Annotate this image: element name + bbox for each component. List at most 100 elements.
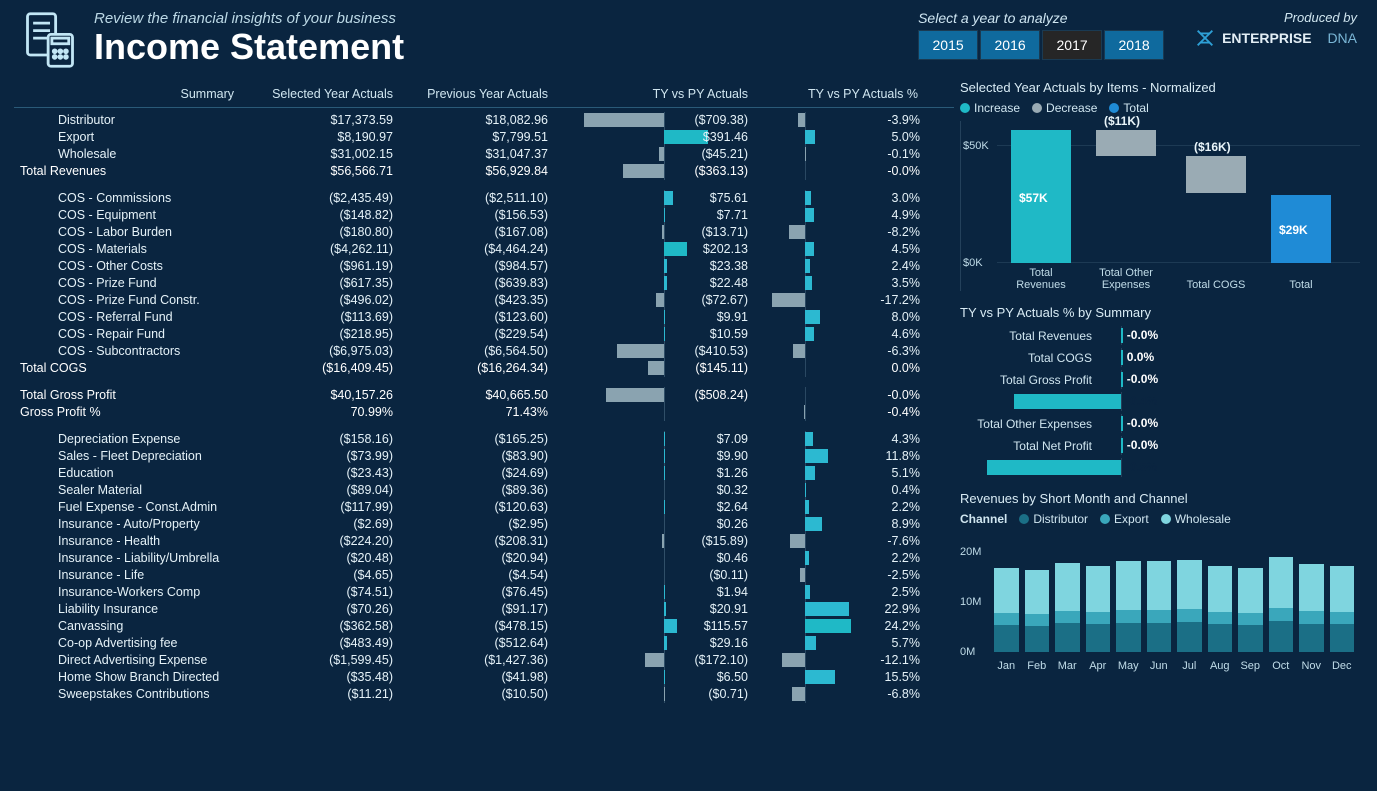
matrix-row[interactable]: COS - Referral Fund($113.69)($123.60)$9.…	[14, 309, 954, 326]
row-py: ($76.45)	[399, 584, 554, 601]
matrix-row[interactable]: Home Show Branch Directed($35.48)($41.98…	[14, 669, 954, 686]
legend-item: Total	[1109, 101, 1148, 115]
row-py: ($24.69)	[399, 465, 554, 482]
matrix-row[interactable]: Liability Insurance($70.26)($91.17)$20.9…	[14, 601, 954, 618]
row-pct: 4.6%	[754, 326, 924, 343]
income-statement-matrix[interactable]: SummarySelected Year ActualsPrevious Yea…	[14, 80, 954, 770]
year-button-2015[interactable]: 2015	[918, 30, 978, 60]
row-diff: ($0.71)	[554, 686, 754, 703]
matrix-row[interactable]: Canvassing($362.58)($478.15)$115.5724.2%	[14, 618, 954, 635]
matrix-row[interactable]: Gross Profit %70.99%71.43%-0.4%	[14, 404, 954, 421]
row-py: $18,082.96	[399, 112, 554, 129]
matrix-row[interactable]: Co-op Advertising fee($483.49)($512.64)$…	[14, 635, 954, 652]
row-pct: 24.2%	[754, 618, 924, 635]
matrix-row[interactable]: Education($23.43)($24.69)$1.265.1%	[14, 465, 954, 482]
row-sy: ($74.51)	[244, 584, 399, 601]
matrix-row[interactable]: Sealer Material($89.04)($89.36)$0.320.4%	[14, 482, 954, 499]
stacked-column	[1269, 557, 1294, 652]
row-label: Sales - Fleet Depreciation	[14, 448, 244, 465]
year-slicer-label: Select a year to analyze	[918, 10, 1164, 26]
row-py: ($89.36)	[399, 482, 554, 499]
matrix-row[interactable]: Sales - Fleet Depreciation($73.99)($83.9…	[14, 448, 954, 465]
stacked-column	[994, 568, 1019, 653]
year-button-2017[interactable]: 2017	[1042, 30, 1102, 60]
row-sy: ($35.48)	[244, 669, 399, 686]
row-sy: ($2,435.49)	[244, 190, 399, 207]
row-py: ($83.90)	[399, 448, 554, 465]
row-sy: ($218.95)	[244, 326, 399, 343]
matrix-row[interactable]: Direct Advertising Expense($1,599.45)($1…	[14, 652, 954, 669]
row-diff: ($145.11)	[554, 360, 754, 377]
stacked-column	[1299, 564, 1324, 652]
row-py: $7,799.51	[399, 129, 554, 146]
matrix-row[interactable]: COS - Repair Fund($218.95)($229.54)$10.5…	[14, 326, 954, 343]
row-pct: 2.5%	[754, 584, 924, 601]
row-py: ($984.57)	[399, 258, 554, 275]
pct-summary-chart[interactable]: TY vs PY Actuals % by Summary Total Reve…	[960, 305, 1360, 477]
row-diff: $391.46	[554, 129, 754, 146]
matrix-row[interactable]: COS - Prize Fund Constr.($496.02)($423.3…	[14, 292, 954, 309]
row-sy: ($496.02)	[244, 292, 399, 309]
matrix-row[interactable]: Export$8,190.97$7,799.51$391.465.0%	[14, 129, 954, 146]
matrix-row[interactable]: Insurance-Workers Comp($74.51)($76.45)$1…	[14, 584, 954, 601]
row-pct: 5.7%	[754, 635, 924, 652]
row-pct: -0.0%	[754, 387, 924, 404]
matrix-row[interactable]: Insurance - Auto/Property($2.69)($2.95)$…	[14, 516, 954, 533]
row-sy: ($20.48)	[244, 550, 399, 567]
row-label: Sealer Material	[14, 482, 244, 499]
dna-icon	[1194, 27, 1216, 49]
row-sy: ($16,409.45)	[244, 360, 399, 377]
row-sy: ($180.80)	[244, 224, 399, 241]
row-py: ($1,427.36)	[399, 652, 554, 669]
pct-bar-row: Total Revenues-0.0%	[960, 326, 1360, 345]
row-sy: $31,002.15	[244, 146, 399, 163]
row-diff: ($363.13)	[554, 163, 754, 180]
row-sy: ($961.19)	[244, 258, 399, 275]
row-label: COS - Other Costs	[14, 258, 244, 275]
row-py: ($229.54)	[399, 326, 554, 343]
year-slicer[interactable]: 2015201620172018	[918, 30, 1164, 60]
matrix-row[interactable]: Total Revenues$56,566.71$56,929.84($363.…	[14, 163, 954, 180]
legend-item: Wholesale	[1161, 512, 1231, 526]
stacked-column	[1177, 560, 1202, 652]
year-button-2018[interactable]: 2018	[1104, 30, 1164, 60]
matrix-row[interactable]: Total Gross Profit$40,157.26$40,665.50($…	[14, 387, 954, 404]
legend-item: Increase	[960, 101, 1020, 115]
matrix-row[interactable]: COS - Subcontractors($6,975.03)($6,564.5…	[14, 343, 954, 360]
row-diff: $9.90	[554, 448, 754, 465]
row-diff: ($508.24)	[554, 387, 754, 404]
matrix-row[interactable]: Wholesale$31,002.15$31,047.37($45.21)-0.…	[14, 146, 954, 163]
matrix-row[interactable]: COS - Commissions($2,435.49)($2,511.10)$…	[14, 190, 954, 207]
row-py: ($4.54)	[399, 567, 554, 584]
row-pct: 22.9%	[754, 601, 924, 618]
matrix-header-c0: Summary	[14, 80, 244, 108]
matrix-row[interactable]: COS - Equipment($148.82)($156.53)$7.714.…	[14, 207, 954, 224]
row-pct: 0.0%	[754, 360, 924, 377]
year-button-2016[interactable]: 2016	[980, 30, 1040, 60]
row-pct: -0.4%	[754, 404, 924, 421]
matrix-row[interactable]: COS - Materials($4,262.11)($4,464.24)$20…	[14, 241, 954, 258]
stacked-column	[1208, 566, 1233, 652]
revenue-stacked-chart[interactable]: Revenues by Short Month and Channel Chan…	[960, 491, 1360, 672]
matrix-row[interactable]: Distributor$17,373.59$18,082.96($709.38)…	[14, 112, 954, 129]
matrix-row[interactable]: Insurance - Health($224.20)($208.31)($15…	[14, 533, 954, 550]
row-pct: 11.8%	[754, 448, 924, 465]
matrix-row[interactable]: Insurance - Liability/Umbrella($20.48)($…	[14, 550, 954, 567]
row-diff: $2.64	[554, 499, 754, 516]
matrix-row[interactable]: Sweepstakes Contributions($11.21)($10.50…	[14, 686, 954, 703]
pct-bar-row: Total Gross Profit-0.0%	[960, 370, 1360, 389]
matrix-row[interactable]: COS - Prize Fund($617.35)($639.83)$22.48…	[14, 275, 954, 292]
row-sy: ($483.49)	[244, 635, 399, 652]
matrix-row[interactable]: COS - Other Costs($961.19)($984.57)$23.3…	[14, 258, 954, 275]
pct-bar-row: Net Profit %-0.5%	[960, 458, 1360, 477]
matrix-row[interactable]: Total COGS($16,409.45)($16,264.34)($145.…	[14, 360, 954, 377]
matrix-row[interactable]: Insurance - Life($4.65)($4.54)($0.11)-2.…	[14, 567, 954, 584]
row-pct: 3.5%	[754, 275, 924, 292]
row-py: $31,047.37	[399, 146, 554, 163]
matrix-row[interactable]: Depreciation Expense($158.16)($165.25)$7…	[14, 431, 954, 448]
matrix-row[interactable]: Fuel Expense - Const.Admin($117.99)($120…	[14, 499, 954, 516]
matrix-row[interactable]: COS - Labor Burden($180.80)($167.08)($13…	[14, 224, 954, 241]
stacked-column	[1025, 570, 1050, 652]
row-pct: -7.6%	[754, 533, 924, 550]
waterfall-chart[interactable]: Selected Year Actuals by Items - Normali…	[960, 80, 1360, 291]
